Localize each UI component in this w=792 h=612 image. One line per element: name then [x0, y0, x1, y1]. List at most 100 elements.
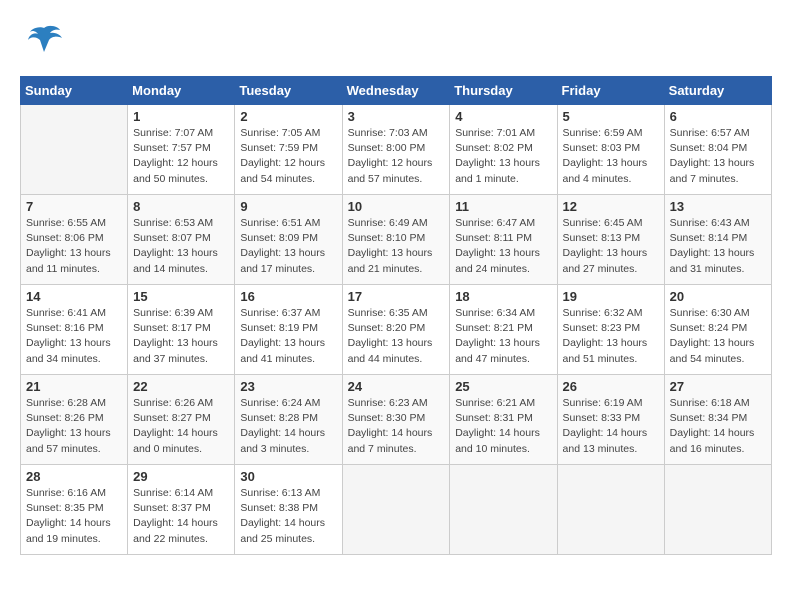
calendar-cell: 25 Sunrise: 6:21 AM Sunset: 8:31 PM Dayli… — [450, 375, 557, 465]
calendar-week-2: 7Sunrise: 6:55 AM Sunset: 8:06 PM Daylig… — [21, 195, 772, 285]
calendar-cell — [450, 465, 557, 555]
calendar-cell: 3 Sunrise: 7:03 AM Sunset: 8:00 PM Daylig… — [342, 105, 450, 195]
header-row: SundayMondayTuesdayWednesdayThursdayFrid… — [21, 77, 772, 105]
day-info: Sunrise: 6:39 AM Sunset: 8:17 PM Dayligh… — [133, 306, 229, 367]
calendar-week-3: 14 Sunrise: 6:41 AM Sunset: 8:16 PM Dayli… — [21, 285, 772, 375]
calendar-cell: 15 Sunrise: 6:39 AM Sunset: 8:17 PM Dayli… — [128, 285, 235, 375]
calendar-cell: 18 Sunrise: 6:34 AM Sunset: 8:21 PM Dayli… — [450, 285, 557, 375]
calendar-cell: 28 Sunrise: 6:16 AM Sunset: 8:35 PM Dayli… — [21, 465, 128, 555]
day-header-saturday: Saturday — [664, 77, 771, 105]
page-header — [20, 20, 772, 60]
day-info: Sunrise: 6:51 AM Sunset: 8:09 PM Dayligh… — [240, 216, 336, 277]
calendar-cell: 16 Sunrise: 6:37 AM Sunset: 8:19 PM Dayli… — [235, 285, 342, 375]
day-number: 10 — [348, 199, 445, 214]
day-info: Sunrise: 7:05 AM Sunset: 7:59 PM Dayligh… — [240, 126, 336, 187]
day-number: 8 — [133, 199, 229, 214]
day-number: 23 — [240, 379, 336, 394]
calendar-cell: 29 Sunrise: 6:14 AM Sunset: 8:37 PM Dayli… — [128, 465, 235, 555]
day-info: Sunrise: 7:03 AM Sunset: 8:00 PM Dayligh… — [348, 126, 445, 187]
day-number: 18 — [455, 289, 551, 304]
day-number: 6 — [670, 109, 766, 124]
calendar-cell: 11 Sunrise: 6:47 AM Sunset: 8:11 PM Dayli… — [450, 195, 557, 285]
day-number: 5 — [563, 109, 659, 124]
day-number: 25 — [455, 379, 551, 394]
day-number: 12 — [563, 199, 659, 214]
calendar-cell: 9Sunrise: 6:51 AM Sunset: 8:09 PM Daylig… — [235, 195, 342, 285]
day-number: 22 — [133, 379, 229, 394]
day-info: Sunrise: 6:13 AM Sunset: 8:38 PM Dayligh… — [240, 486, 336, 547]
day-info: Sunrise: 6:59 AM Sunset: 8:03 PM Dayligh… — [563, 126, 659, 187]
day-info: Sunrise: 6:45 AM Sunset: 8:13 PM Dayligh… — [563, 216, 659, 277]
day-number: 30 — [240, 469, 336, 484]
day-number: 20 — [670, 289, 766, 304]
calendar-cell: 17Sunrise: 6:35 AM Sunset: 8:20 PM Dayli… — [342, 285, 450, 375]
calendar-week-5: 28 Sunrise: 6:16 AM Sunset: 8:35 PM Dayli… — [21, 465, 772, 555]
day-info: Sunrise: 6:21 AM Sunset: 8:31 PM Dayligh… — [455, 396, 551, 457]
day-number: 15 — [133, 289, 229, 304]
calendar-cell — [342, 465, 450, 555]
day-number: 21 — [26, 379, 122, 394]
day-info: Sunrise: 6:16 AM Sunset: 8:35 PM Dayligh… — [26, 486, 122, 547]
day-number: 26 — [563, 379, 659, 394]
day-info: Sunrise: 6:28 AM Sunset: 8:26 PM Dayligh… — [26, 396, 122, 457]
day-number: 28 — [26, 469, 122, 484]
calendar-cell: 5 Sunrise: 6:59 AM Sunset: 8:03 PM Daylig… — [557, 105, 664, 195]
day-info: Sunrise: 6:24 AM Sunset: 8:28 PM Dayligh… — [240, 396, 336, 457]
calendar-cell: 13Sunrise: 6:43 AM Sunset: 8:14 PM Dayli… — [664, 195, 771, 285]
day-info: Sunrise: 7:07 AM Sunset: 7:57 PM Dayligh… — [133, 126, 229, 187]
day-info: Sunrise: 6:26 AM Sunset: 8:27 PM Dayligh… — [133, 396, 229, 457]
day-info: Sunrise: 7:01 AM Sunset: 8:02 PM Dayligh… — [455, 126, 551, 187]
calendar-table: SundayMondayTuesdayWednesdayThursdayFrid… — [20, 76, 772, 555]
calendar-cell: 24Sunrise: 6:23 AM Sunset: 8:30 PM Dayli… — [342, 375, 450, 465]
calendar-cell — [557, 465, 664, 555]
logo-bird-icon — [24, 20, 64, 60]
calendar-cell: 12 Sunrise: 6:45 AM Sunset: 8:13 PM Dayli… — [557, 195, 664, 285]
day-info: Sunrise: 6:49 AM Sunset: 8:10 PM Dayligh… — [348, 216, 445, 277]
day-info: Sunrise: 6:30 AM Sunset: 8:24 PM Dayligh… — [670, 306, 766, 367]
day-info: Sunrise: 6:18 AM Sunset: 8:34 PM Dayligh… — [670, 396, 766, 457]
day-header-thursday: Thursday — [450, 77, 557, 105]
day-info: Sunrise: 6:37 AM Sunset: 8:19 PM Dayligh… — [240, 306, 336, 367]
calendar-cell: 22 Sunrise: 6:26 AM Sunset: 8:27 PM Dayli… — [128, 375, 235, 465]
calendar-week-4: 21 Sunrise: 6:28 AM Sunset: 8:26 PM Dayli… — [21, 375, 772, 465]
day-info: Sunrise: 6:53 AM Sunset: 8:07 PM Dayligh… — [133, 216, 229, 277]
day-number: 19 — [563, 289, 659, 304]
day-header-sunday: Sunday — [21, 77, 128, 105]
calendar-cell: 26 Sunrise: 6:19 AM Sunset: 8:33 PM Dayli… — [557, 375, 664, 465]
calendar-cell: 10 Sunrise: 6:49 AM Sunset: 8:10 PM Dayli… — [342, 195, 450, 285]
day-header-tuesday: Tuesday — [235, 77, 342, 105]
day-number: 14 — [26, 289, 122, 304]
day-info: Sunrise: 6:14 AM Sunset: 8:37 PM Dayligh… — [133, 486, 229, 547]
day-number: 7 — [26, 199, 122, 214]
day-info: Sunrise: 6:57 AM Sunset: 8:04 PM Dayligh… — [670, 126, 766, 187]
day-number: 11 — [455, 199, 551, 214]
day-info: Sunrise: 6:41 AM Sunset: 8:16 PM Dayligh… — [26, 306, 122, 367]
calendar-cell: 19Sunrise: 6:32 AM Sunset: 8:23 PM Dayli… — [557, 285, 664, 375]
day-header-wednesday: Wednesday — [342, 77, 450, 105]
day-number: 1 — [133, 109, 229, 124]
day-info: Sunrise: 6:19 AM Sunset: 8:33 PM Dayligh… — [563, 396, 659, 457]
day-info: Sunrise: 6:47 AM Sunset: 8:11 PM Dayligh… — [455, 216, 551, 277]
calendar-cell: 23 Sunrise: 6:24 AM Sunset: 8:28 PM Dayli… — [235, 375, 342, 465]
calendar-cell: 7Sunrise: 6:55 AM Sunset: 8:06 PM Daylig… — [21, 195, 128, 285]
day-header-friday: Friday — [557, 77, 664, 105]
calendar-cell: 20 Sunrise: 6:30 AM Sunset: 8:24 PM Dayli… — [664, 285, 771, 375]
calendar-cell: 2 Sunrise: 7:05 AM Sunset: 7:59 PM Daylig… — [235, 105, 342, 195]
day-number: 4 — [455, 109, 551, 124]
calendar-header: SundayMondayTuesdayWednesdayThursdayFrid… — [21, 77, 772, 105]
calendar-body: 1 Sunrise: 7:07 AM Sunset: 7:57 PM Daylig… — [21, 105, 772, 555]
day-number: 29 — [133, 469, 229, 484]
day-number: 3 — [348, 109, 445, 124]
calendar-cell: 30 Sunrise: 6:13 AM Sunset: 8:38 PM Dayli… — [235, 465, 342, 555]
calendar-cell: 27 Sunrise: 6:18 AM Sunset: 8:34 PM Dayli… — [664, 375, 771, 465]
calendar-cell: 8 Sunrise: 6:53 AM Sunset: 8:07 PM Daylig… — [128, 195, 235, 285]
day-number: 2 — [240, 109, 336, 124]
day-info: Sunrise: 6:43 AM Sunset: 8:14 PM Dayligh… — [670, 216, 766, 277]
calendar-cell: 6 Sunrise: 6:57 AM Sunset: 8:04 PM Daylig… — [664, 105, 771, 195]
day-number: 27 — [670, 379, 766, 394]
day-number: 16 — [240, 289, 336, 304]
calendar-cell — [664, 465, 771, 555]
day-info: Sunrise: 6:34 AM Sunset: 8:21 PM Dayligh… — [455, 306, 551, 367]
calendar-cell: 4 Sunrise: 7:01 AM Sunset: 8:02 PM Daylig… — [450, 105, 557, 195]
calendar-week-1: 1 Sunrise: 7:07 AM Sunset: 7:57 PM Daylig… — [21, 105, 772, 195]
